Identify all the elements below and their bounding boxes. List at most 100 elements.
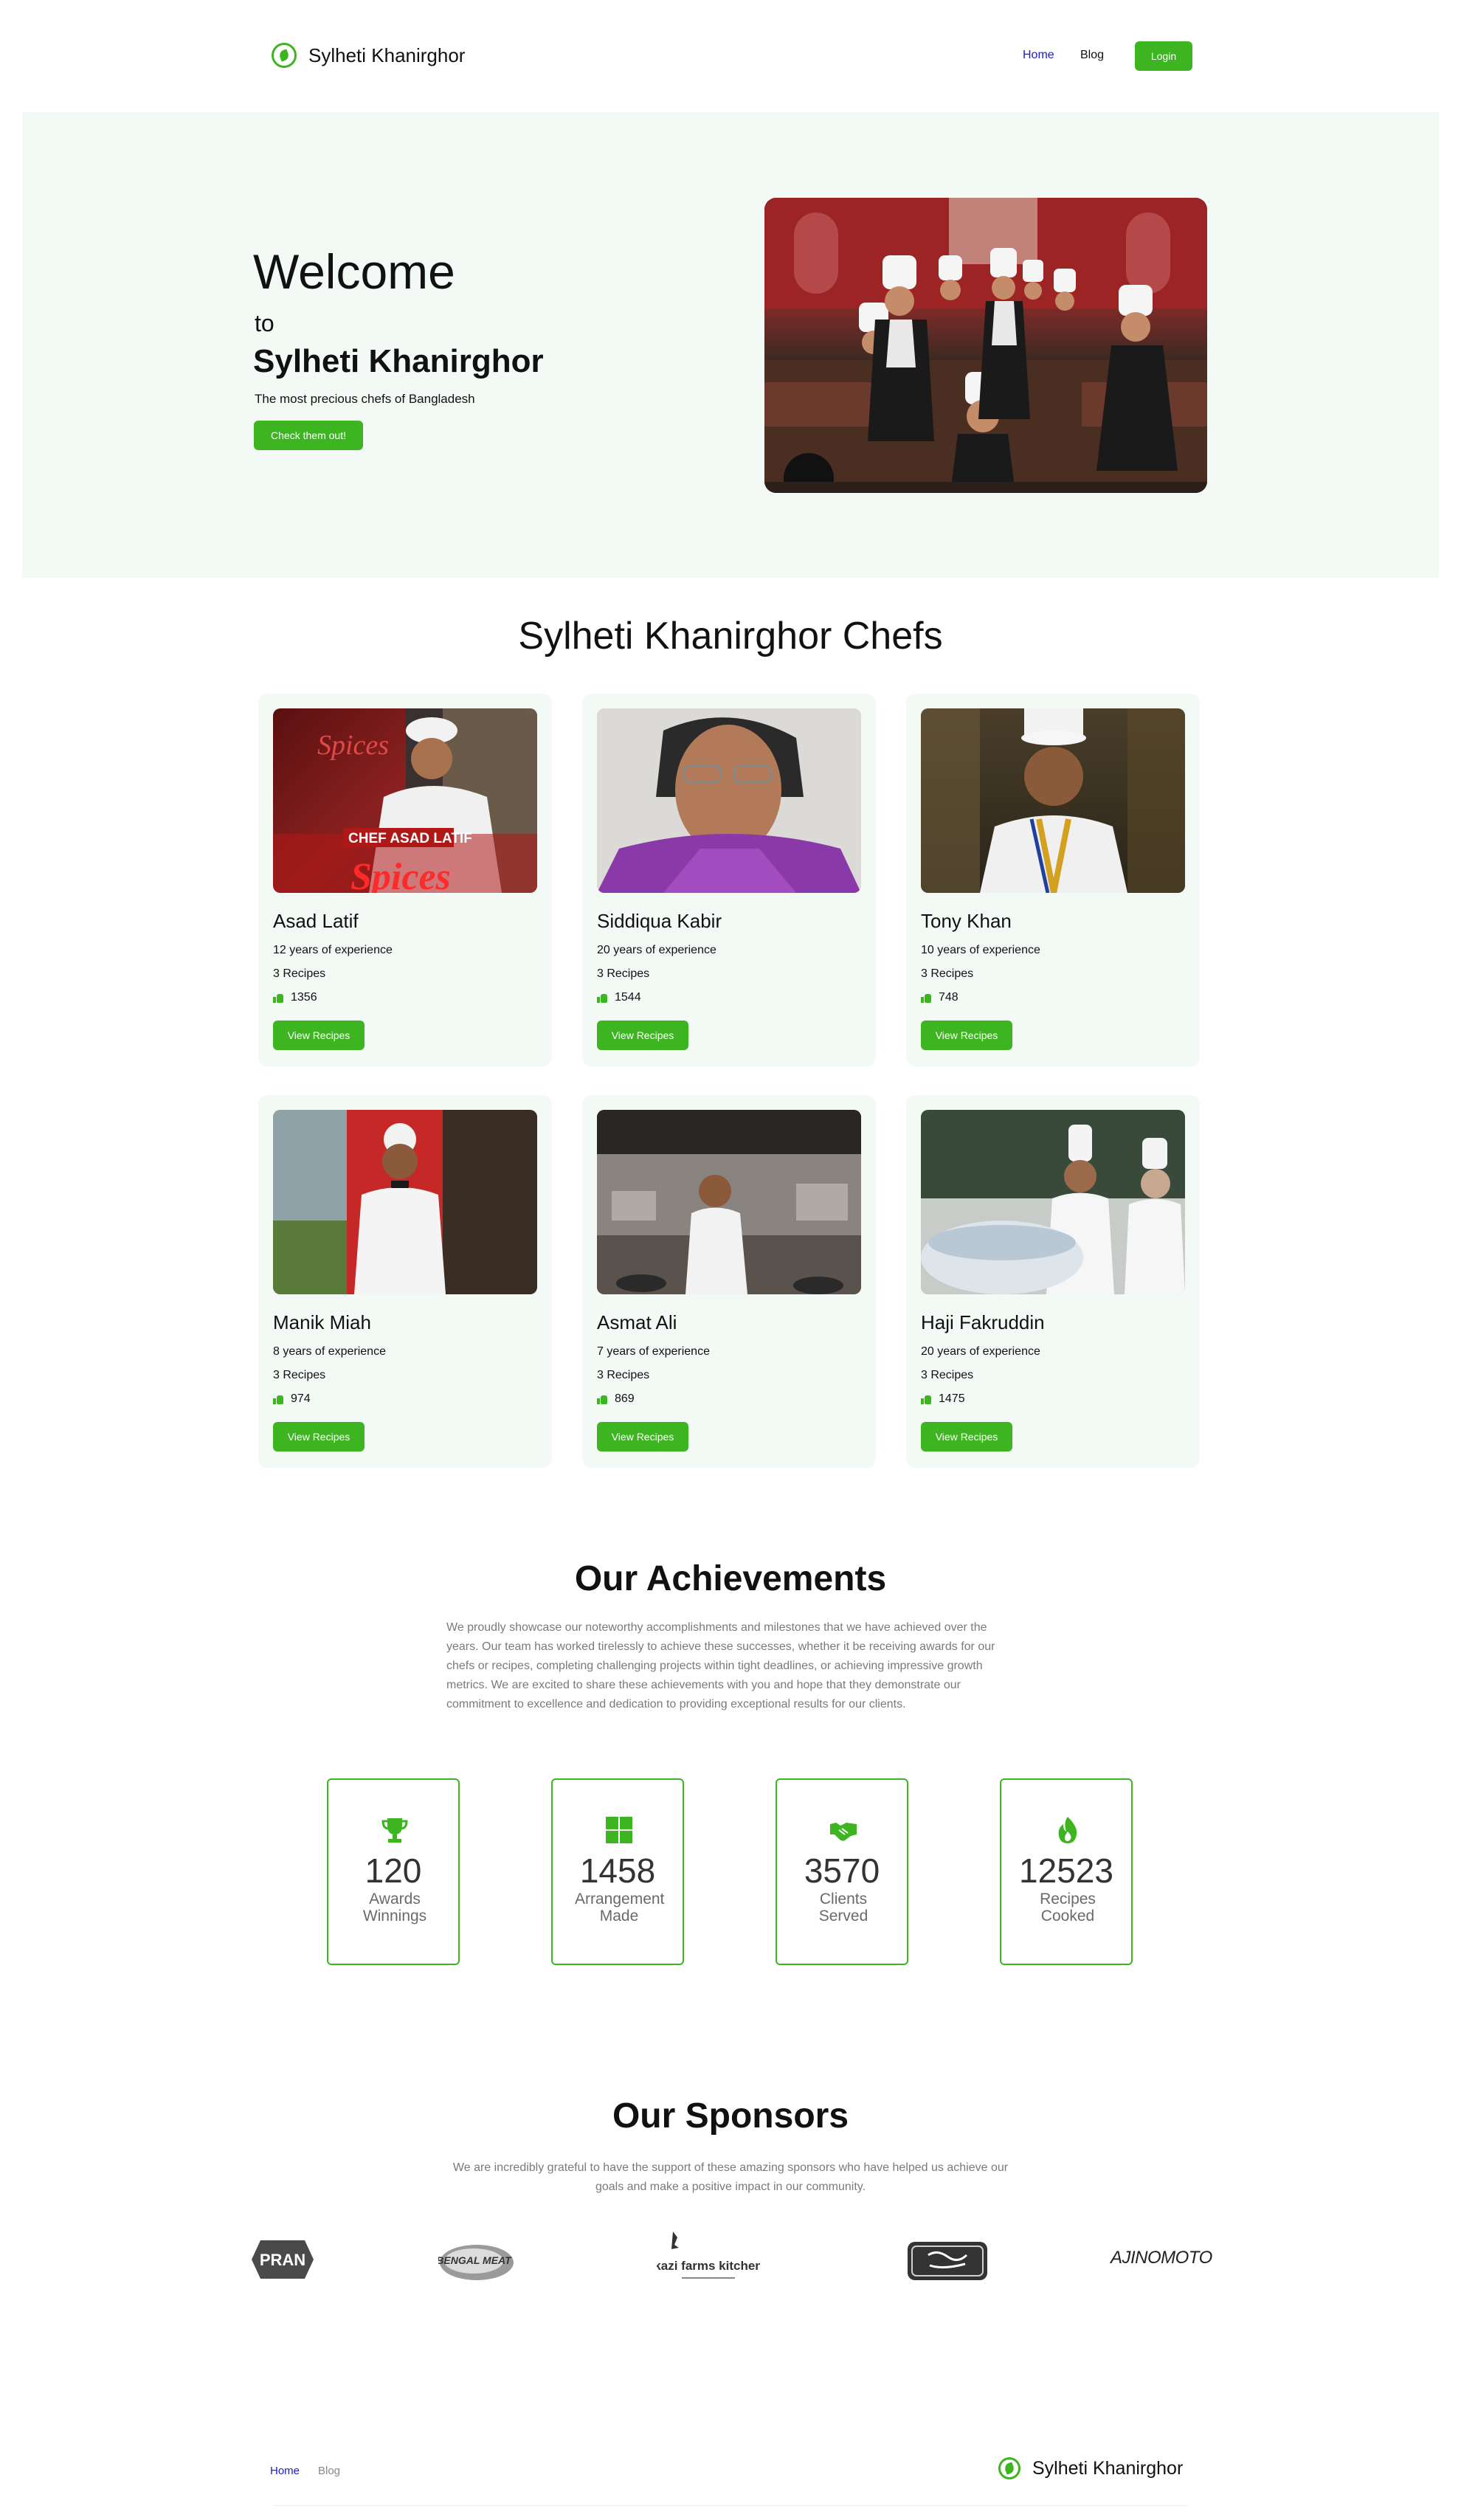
chef-likes: 1475: [921, 1392, 965, 1406]
chef-likes: 1544: [597, 991, 641, 1004]
view-recipes-button[interactable]: View Recipes: [273, 1422, 365, 1451]
chef-name: Asad Latif: [273, 910, 359, 932]
chef-likes-count: 974: [291, 1392, 311, 1405]
chef-recipes: 3 Recipes: [921, 967, 974, 980]
chef-experience: 20 years of experience: [921, 1345, 1040, 1358]
chef-photo: [597, 708, 861, 893]
footer-link-home[interactable]: Home: [270, 2465, 300, 2477]
view-recipes-button[interactable]: View Recipes: [597, 1021, 688, 1050]
grid-icon: [606, 1817, 632, 1843]
chef-name: Haji Fakruddin: [921, 1311, 1045, 1333]
chefs-section-title: Sylheti Khanirghor Chefs: [518, 615, 943, 657]
view-recipes-button[interactable]: View Recipes: [921, 1422, 1012, 1451]
flame-icon: [1058, 1817, 1077, 1843]
footer-link-blog[interactable]: Blog: [318, 2465, 340, 2477]
stat-label: Recipes Cooked: [1040, 1891, 1096, 1924]
sponsors-title: Our Sponsors: [612, 2096, 849, 2136]
stat-card: 12523 Recipes Cooked: [1000, 1778, 1133, 1965]
nav-link-blog[interactable]: Blog: [1080, 49, 1104, 62]
sponsor-bengal-meat-text: BENGAL MEAT: [438, 2254, 512, 2266]
sponsors-description: We are incredibly grateful to have the s…: [452, 2161, 1009, 2193]
hero-to: to: [255, 310, 274, 336]
chef-likes: 869: [597, 1392, 635, 1406]
chef-name: Manik Miah: [273, 1311, 371, 1333]
stat-value: 120: [365, 1851, 422, 1890]
sponsor-logo-ajinomoto: AJINOMOTO: [1111, 2248, 1212, 2268]
stat-label: Clients Served: [818, 1891, 868, 1924]
stat-value: 1458: [579, 1851, 656, 1890]
chef-experience: 10 years of experience: [921, 944, 1040, 956]
chef-recipes: 3 Recipes: [921, 1369, 974, 1381]
hero-welcome: Welcome: [253, 244, 455, 299]
svg-text:Spices: Spices: [350, 856, 451, 893]
thumbs-up-icon: [597, 993, 607, 1003]
chef-experience: 8 years of experience: [273, 1345, 386, 1358]
nav-link-home[interactable]: Home: [1023, 49, 1054, 62]
chef-photo: [921, 1110, 1185, 1294]
chef-recipes: 3 Recipes: [597, 1369, 650, 1381]
chefs-group-photo: [764, 198, 1207, 493]
stat-card: 3570 Clients Served: [776, 1778, 908, 1965]
hero-section: [22, 112, 1439, 578]
brand[interactable]: Sylheti Khanirghor: [272, 43, 465, 68]
footer: Home Blog Sylheti Khanirghor: [0, 2450, 1461, 2520]
chef-likes-count: 748: [939, 991, 959, 1004]
chef-likes: 974: [273, 1392, 311, 1406]
stat-card: 120 Awards Winnings: [327, 1778, 460, 1965]
chef-likes-count: 1544: [615, 991, 641, 1004]
hero-image: [764, 198, 1207, 493]
svg-text:Spices: Spices: [317, 730, 389, 761]
chef-likes: 1356: [273, 991, 317, 1004]
achievements-title: Our Achievements: [574, 1559, 887, 1598]
footer-brand-name: Sylheti Khanirghor: [1032, 2457, 1184, 2479]
sponsor-kazi-text: kazi farms kitchen: [657, 2259, 760, 2273]
chef-photo: [597, 1110, 861, 1294]
thumbs-up-icon: [597, 1394, 607, 1404]
chef-name: Tony Khan: [921, 910, 1012, 932]
stat-card: 1458 Arrangement Made: [551, 1778, 684, 1965]
chef-card: Manik Miah 8 years of experience 3 Recip…: [258, 1095, 552, 1468]
stat-value: 3570: [804, 1851, 880, 1890]
leaf-logo-icon: [272, 43, 297, 68]
chef-recipes: 3 Recipes: [597, 967, 650, 980]
thumbs-up-icon: [273, 993, 283, 1003]
login-button[interactable]: Login: [1135, 41, 1192, 71]
chef-recipes: 3 Recipes: [273, 967, 326, 980]
navbar: Sylheti Khanirghor Home Blog Login: [0, 0, 1461, 112]
chef-likes-count: 1475: [939, 1392, 965, 1405]
stat-label: Arrangement Made: [575, 1891, 665, 1924]
sponsor-logo-bengal-meat: BENGAL MEAT: [436, 2239, 515, 2283]
stat-value: 12523: [1019, 1851, 1113, 1890]
sponsor-logo-bangla: [906, 2240, 989, 2282]
chef-card: Spices CHEF ASAD LATIF Spices Asad Latif…: [258, 694, 552, 1066]
view-recipes-button[interactable]: View Recipes: [921, 1021, 1012, 1050]
sponsor-pran-text: PRAN: [260, 2251, 305, 2269]
leaf-logo-icon: [998, 2457, 1020, 2479]
hero-title: Sylheti Khanirghor: [253, 343, 544, 379]
chef-likes-count: 869: [615, 1392, 635, 1405]
achievements-description: We proudly showcase our noteworthy accom…: [446, 1621, 995, 1711]
svg-text:CHEF ASAD LATIF: CHEF ASAD LATIF: [348, 831, 472, 846]
thumbs-up-icon: [273, 1394, 283, 1404]
brand-name: Sylheti Khanirghor: [308, 44, 466, 66]
sponsor-logo-pran: PRAN: [246, 2236, 320, 2283]
chef-experience: 12 years of experience: [273, 944, 393, 956]
sponsor-logo-kazi-farms: kazi farms kitchen: [654, 2229, 763, 2288]
hero-tagline: The most precious chefs of Bangladesh: [255, 392, 475, 406]
footer-brand[interactable]: Sylheti Khanirghor: [998, 2457, 1183, 2479]
chef-recipes: 3 Recipes: [273, 1369, 326, 1381]
view-recipes-button[interactable]: View Recipes: [273, 1021, 365, 1050]
chef-experience: 20 years of experience: [597, 944, 716, 956]
check-them-out-button[interactable]: Check them out!: [254, 421, 363, 450]
chef-photo: [273, 1110, 537, 1294]
view-recipes-button[interactable]: View Recipes: [597, 1422, 688, 1451]
thumbs-up-icon: [921, 993, 931, 1003]
chef-name: Siddiqua Kabir: [597, 910, 722, 932]
footer-divider: [273, 2505, 1188, 2506]
chef-card: Siddiqua Kabir 20 years of experience 3 …: [582, 694, 876, 1066]
thumbs-up-icon: [921, 1394, 931, 1404]
chef-card: Tony Khan 10 years of experience 3 Recip…: [906, 694, 1200, 1066]
chef-experience: 7 years of experience: [597, 1345, 710, 1358]
chef-likes-count: 1356: [291, 991, 317, 1004]
handshake-icon: [830, 1823, 857, 1841]
